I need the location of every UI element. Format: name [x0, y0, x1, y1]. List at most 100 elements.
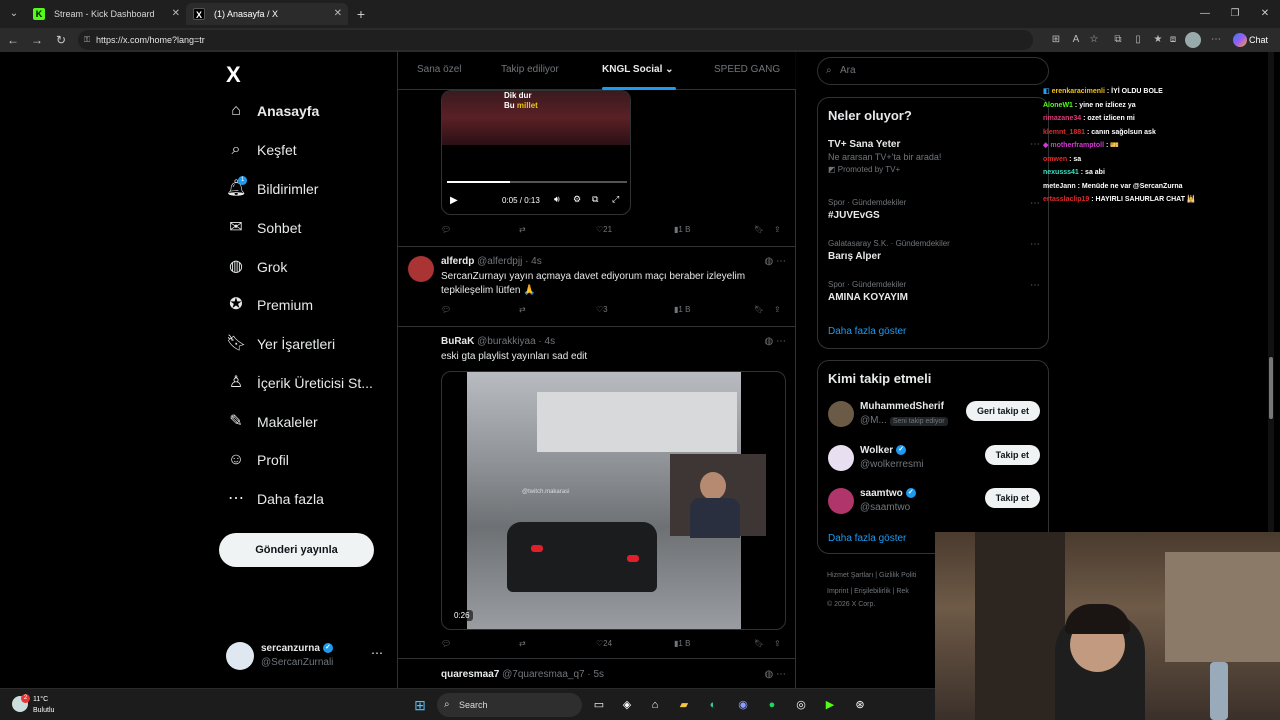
tab-speed-gang[interactable]: SPEED GANG [714, 52, 780, 90]
reply-icon[interactable]: 💬︎ [441, 225, 451, 234]
nav-item-grok[interactable]: ◍ Grok [226, 254, 287, 280]
taskbar-search[interactable]: ⌕ Search [437, 693, 582, 717]
promoted-trend[interactable]: TV+ Sana Yeter Ne ararsan TV+'ta bir ara… [828, 139, 1040, 174]
reply-icon[interactable]: 💬︎ [441, 639, 451, 648]
grok-icon[interactable]: ◍ [764, 336, 773, 347]
post[interactable]: BuRaK @burakkiyaa · 4s ◍ ⋯ eski gta play… [398, 336, 796, 366]
avatar[interactable] [828, 445, 854, 471]
share-icon[interactable]: ⇪ [774, 305, 781, 314]
views-button[interactable]: ▮ 1 B [674, 225, 690, 234]
follow-suggestion[interactable]: saamtwo ✓ @saamtwo Takip et [828, 486, 1040, 520]
apps-icon[interactable]: ⊞ [1048, 32, 1064, 48]
trend-item[interactable]: Galatasaray S.K. · Gündemdekiler Barış A… [828, 239, 1040, 262]
reload-button[interactable]: ↻ [51, 30, 71, 50]
favorite-star-icon[interactable]: ☆ [1086, 32, 1102, 48]
post[interactable]: quaresmaa7 @7quaresmaa_q7 · 5s ◍ ⋯ [398, 669, 796, 688]
nav-item-sohbet[interactable]: ✉ Sohbet [226, 215, 301, 241]
fullscreen-icon[interactable]: ⤢ [612, 194, 619, 205]
nav-item-yer-isaretleri[interactable]: 🔖︎ Yer İşaretleri [226, 331, 335, 357]
nav-item-bildirimler[interactable]: 🔔︎ 1 Bildirimler [226, 176, 318, 202]
tab-kngl-social[interactable]: KNGL Social ⌄ [602, 52, 676, 90]
tab-x-home[interactable]: X (1) Anasayfa / X ✕ [186, 3, 348, 25]
tab-takip-ediliyor[interactable]: Takip ediliyor [501, 52, 559, 90]
play-icon[interactable]: ▶ [450, 195, 458, 206]
new-tab-button[interactable]: + [352, 4, 370, 24]
video-player[interactable]: Dik dur Bu millet ▶ 0:05 / 0:13 🔊︎ ⚙ ⧉ ⤢ [441, 90, 631, 215]
nav-item-daha-fazla[interactable]: ⋯ Daha fazla [226, 486, 324, 512]
nav-item-anasayfa[interactable]: ⌂ Anasayfa [226, 98, 319, 124]
discord-icon[interactable]: ◉ [733, 695, 753, 715]
author-name[interactable]: BuRaK [441, 336, 474, 347]
more-icon[interactable]: ⋯ [1030, 139, 1040, 150]
address-bar[interactable]: ⚿ https://x.com/home?lang=tr [78, 30, 1033, 50]
more-icon[interactable]: ⋯ [776, 669, 786, 680]
obs-icon[interactable]: ⊛ [850, 695, 870, 715]
task-view-icon[interactable]: ▭ [589, 695, 609, 715]
reply-icon[interactable]: 💬︎ [441, 305, 451, 314]
site-info-icon[interactable]: ⚿ [84, 30, 90, 50]
like-button[interactable]: ♡ 21 [596, 225, 612, 234]
follow-button[interactable]: Takip et [984, 488, 1040, 508]
x-logo-icon[interactable]: X [226, 62, 241, 88]
picture-in-picture-icon[interactable]: ⧉ [592, 194, 598, 205]
bookmark-icon[interactable]: 🔖︎ [754, 225, 764, 234]
collections-icon[interactable]: ⧈ [1165, 32, 1181, 48]
grok-icon[interactable]: ◍ [764, 669, 773, 680]
file-explorer-icon[interactable]: ▰ [674, 695, 694, 715]
author-name[interactable]: quaresmaa7 [441, 669, 499, 680]
search-input[interactable]: ⌕ Ara [817, 57, 1049, 85]
trends-show-more-link[interactable]: Daha fazla göster [828, 326, 906, 337]
bookmark-icon[interactable]: 🔖︎ [754, 639, 764, 648]
windows-start-icon[interactable]: ⊞ [410, 695, 430, 715]
bookmark-icon[interactable]: 🔖︎ [754, 305, 764, 314]
kick-icon[interactable]: ▶ [820, 695, 840, 715]
post-button[interactable]: Gönderi yayınla [219, 533, 374, 567]
nav-item-makaleler[interactable]: ✎ Makaleler [226, 409, 317, 435]
follow-back-button[interactable]: Geri takip et [965, 401, 1040, 421]
footer-links[interactable]: Hizmet Şartları | Gizlilik Politi [827, 572, 916, 579]
trend-item[interactable]: Spor · Gündemdekiler AMINA KOYAYIM ⋯ [828, 280, 1040, 303]
nav-item-kesfet[interactable]: ⌕ Keşfet [226, 137, 297, 163]
follow-button[interactable]: Takip et [984, 445, 1040, 465]
close-window-button[interactable]: ✕ [1250, 4, 1280, 24]
video-player[interactable]: @twitch.makarasi 0:26 [441, 371, 786, 630]
repost-icon[interactable]: ⇄ [519, 305, 526, 314]
more-icon[interactable]: ⋯ [1030, 239, 1040, 250]
copilot-icon[interactable]: ◈ [617, 695, 637, 715]
repost-icon[interactable]: ⇄ [519, 225, 526, 234]
follow-suggestion[interactable]: MuhammedSherif @M... Seni takip ediyor Ge… [828, 399, 1040, 433]
extensions-icon[interactable]: ⧉ [1110, 32, 1126, 48]
forward-button[interactable]: → [27, 30, 47, 50]
close-tab-icon[interactable]: ✕ [334, 3, 342, 25]
grok-icon[interactable]: ◍ [764, 256, 773, 267]
avatar[interactable] [828, 401, 854, 427]
share-icon[interactable]: ⇪ [774, 639, 781, 648]
avatar[interactable] [408, 256, 434, 282]
more-icon[interactable]: ⋯ [776, 336, 786, 347]
views-button[interactable]: ▮ 1 B [674, 639, 690, 648]
weather-widget[interactable]: 2 11°C Bulutlu [12, 692, 72, 718]
settings-more-icon[interactable]: ⋯ [1208, 32, 1224, 48]
follow-suggestion[interactable]: Wolker ✓ @wolkerresmi Takip et [828, 443, 1040, 477]
tab-list-button[interactable]: ⌄ [4, 4, 24, 24]
video-progress-bar[interactable] [447, 181, 627, 183]
share-icon[interactable]: ⇪ [774, 225, 781, 234]
more-icon[interactable]: ⋯ [776, 256, 786, 267]
more-icon[interactable]: ⋯ [1030, 280, 1040, 291]
edge-icon[interactable]: ◐ [703, 695, 723, 715]
scrollbar-thumb[interactable] [1269, 357, 1273, 419]
avatar[interactable] [828, 488, 854, 514]
tab-sana-ozel[interactable]: Sana özel [417, 52, 461, 90]
account-switcher[interactable]: sercanzurna ✓ @SercanZurnali ⋯ [226, 642, 386, 678]
steam-icon[interactable]: ◎ [791, 695, 811, 715]
nav-item-icerik-ureticisi[interactable]: ♙ İçerik Üreticisi St... [226, 370, 373, 396]
maximize-button[interactable]: ❐ [1220, 4, 1250, 24]
like-button[interactable]: ♡ 3 [596, 305, 608, 314]
account-more-icon[interactable]: ⋯ [371, 646, 383, 660]
footer-links[interactable]: Imprint | Erişilebilirlik | Rek [827, 588, 909, 595]
who-show-more-link[interactable]: Daha fazla göster [828, 533, 906, 544]
settings-icon[interactable]: ⚙ [573, 194, 581, 205]
split-screen-icon[interactable]: ▯ [1130, 32, 1146, 48]
volume-icon[interactable]: 🔊︎ [554, 194, 560, 205]
trend-item[interactable]: Spor · Gündemdekiler #JUVEvGS ⋯ [828, 198, 1040, 221]
